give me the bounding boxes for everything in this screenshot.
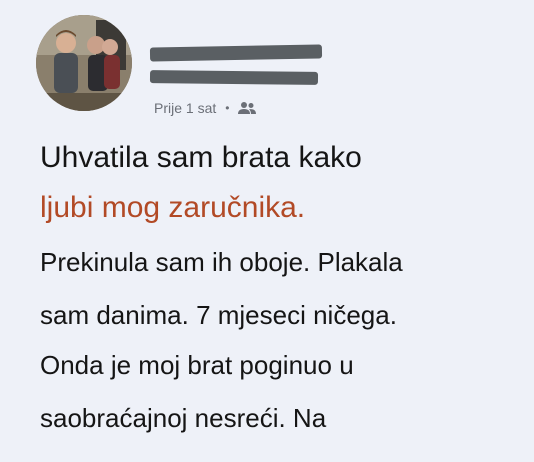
post-time[interactable]: Prije 1 sat	[154, 100, 216, 116]
redacted-name	[149, 44, 323, 62]
body-line-3: Onda je moj brat poginuo u	[40, 350, 354, 380]
headline-line-1: Uhvatila sam brata kako	[40, 141, 362, 174]
redacted-group	[149, 70, 319, 85]
post-card: Prije 1 sat • Uhvatila sam brata kako lj…	[0, 0, 534, 462]
avatar-photo	[36, 15, 132, 111]
body-line-4: saobraćajnoj nesreći. Na	[40, 403, 327, 433]
body-line-1: Prekinula sam ih oboje. Plakala	[40, 247, 403, 277]
headline-line-2: ljubi mog zaručnika.	[40, 191, 306, 224]
avatar[interactable]	[36, 15, 132, 111]
people-icon	[238, 101, 257, 115]
meta-separator: •	[225, 101, 230, 115]
post-meta: Prije 1 sat •	[154, 100, 257, 116]
body-line-2: sam danima. 7 mjeseci ničega.	[40, 300, 397, 330]
